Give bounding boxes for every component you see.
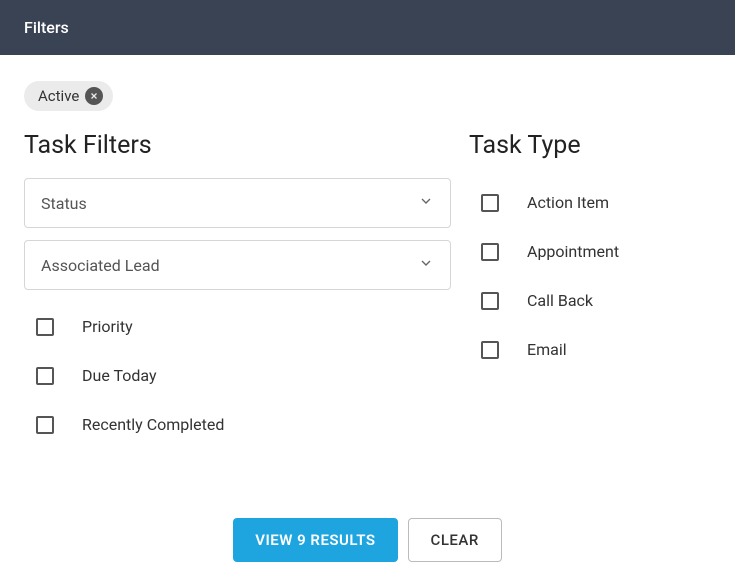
priority-checkbox[interactable] — [36, 318, 54, 336]
due-today-row: Due Today — [24, 351, 469, 400]
panel-title: Filters — [24, 18, 69, 37]
call-back-checkbox[interactable] — [481, 292, 499, 310]
checkbox-label: Appointment — [527, 242, 619, 261]
action-item-checkbox[interactable] — [481, 194, 499, 212]
clear-button[interactable]: CLEAR — [408, 518, 502, 562]
recently-completed-row: Recently Completed — [24, 400, 469, 449]
chevron-down-icon — [418, 255, 434, 275]
chevron-down-icon — [418, 193, 434, 213]
active-filter-chip[interactable]: Active — [24, 81, 113, 111]
task-filters-title: Task Filters — [24, 131, 469, 160]
recently-completed-checkbox[interactable] — [36, 416, 54, 434]
action-item-row: Action Item — [469, 178, 711, 227]
checkbox-label: Priority — [82, 317, 133, 336]
priority-row: Priority — [24, 302, 469, 351]
email-checkbox[interactable] — [481, 341, 499, 359]
task-type-column: Task Type Action Item Appointment Call B… — [469, 131, 711, 449]
appointment-row: Appointment — [469, 227, 711, 276]
checkbox-label: Call Back — [527, 291, 593, 310]
associated-lead-select[interactable]: Associated Lead — [24, 240, 451, 290]
panel-content: Active Task Filters Status Associated Le… — [0, 55, 735, 449]
checkbox-label: Recently Completed — [82, 415, 224, 434]
status-select[interactable]: Status — [24, 178, 451, 228]
due-today-checkbox[interactable] — [36, 367, 54, 385]
checkbox-label: Email — [527, 340, 567, 359]
remove-chip-icon[interactable] — [85, 87, 103, 105]
checkbox-label: Due Today — [82, 366, 157, 385]
view-results-button[interactable]: VIEW 9 RESULTS — [233, 518, 397, 562]
checkbox-label: Action Item — [527, 193, 609, 212]
task-filters-column: Task Filters Status Associated Lead Prio… — [24, 131, 469, 449]
panel-footer: VIEW 9 RESULTS CLEAR — [0, 518, 735, 562]
select-label: Associated Lead — [41, 256, 160, 275]
select-label: Status — [41, 194, 87, 213]
task-type-title: Task Type — [469, 131, 711, 160]
call-back-row: Call Back — [469, 276, 711, 325]
appointment-checkbox[interactable] — [481, 243, 499, 261]
panel-header: Filters — [0, 0, 735, 55]
email-row: Email — [469, 325, 711, 374]
chip-label: Active — [38, 87, 79, 105]
